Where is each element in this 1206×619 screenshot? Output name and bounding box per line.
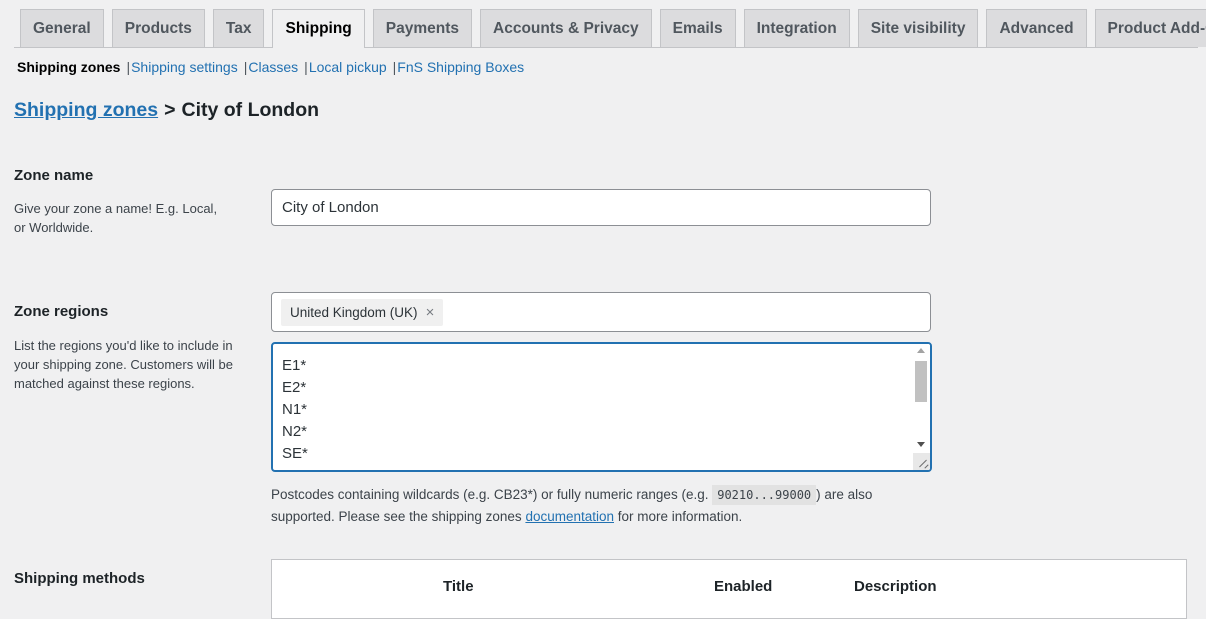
column-header-description: Description: [854, 578, 937, 595]
tab-integration[interactable]: Integration: [743, 9, 850, 47]
column-header-title: Title: [443, 578, 474, 595]
shipping-methods-label: Shipping methods: [14, 570, 145, 587]
breadcrumb: Shipping zones > City of London: [14, 99, 319, 122]
tab-accounts-privacy[interactable]: Accounts & Privacy: [480, 9, 652, 47]
region-chip-label: United Kingdom (UK): [290, 305, 418, 320]
subnav-shipping-settings[interactable]: Shipping settings: [131, 59, 238, 75]
resize-handle-icon[interactable]: [913, 453, 930, 470]
numeric-range-example: 90210...99000: [712, 485, 817, 505]
scroll-thumb[interactable]: [915, 361, 927, 402]
subnav-local-pickup[interactable]: Local pickup: [309, 59, 387, 75]
textarea-scrollbar[interactable]: [913, 344, 930, 470]
postcode-line: N2*: [282, 423, 308, 440]
zone-regions-select[interactable]: United Kingdom (UK) ×: [271, 292, 931, 332]
subnav-separator: |: [126, 59, 131, 75]
tab-shipping[interactable]: Shipping: [272, 9, 365, 48]
zone-name-description: Give your zone a name! E.g. Local, or Wo…: [14, 201, 218, 235]
tab-tax[interactable]: Tax: [212, 9, 265, 47]
column-header-enabled: Enabled: [714, 578, 773, 595]
postcode-line: E1*: [282, 357, 307, 374]
postcode-line: N1*: [282, 401, 308, 418]
scroll-up-arrow-icon[interactable]: [917, 348, 925, 353]
zone-name-input[interactable]: [271, 189, 931, 226]
postcode-line: E2*: [282, 379, 307, 396]
region-chip: United Kingdom (UK) ×: [281, 299, 444, 326]
breadcrumb-current: City of London: [181, 99, 320, 121]
tab-advanced[interactable]: Advanced: [986, 9, 1087, 47]
shipping-subnav: Shipping zones | Shipping settings | Cla…: [17, 59, 524, 75]
postcodes-list: E1* E2* N1* N2* SE* SW*: [282, 355, 312, 470]
documentation-link[interactable]: documentation: [525, 509, 614, 524]
shipping-methods-table: Title Enabled Description: [271, 559, 1187, 619]
scroll-down-arrow-icon[interactable]: [917, 442, 925, 447]
tab-emails[interactable]: Emails: [659, 9, 736, 47]
tab-products[interactable]: Products: [111, 9, 205, 47]
tab-product-add-ons[interactable]: Product Add-Ons: [1094, 9, 1206, 47]
subnav-separator: |: [304, 59, 308, 75]
postcodes-textarea[interactable]: E1* E2* N1* N2* SE* SW*: [271, 342, 932, 472]
zone-regions-label: Zone regions: [14, 303, 109, 320]
zone-regions-description: List the regions you'd like to include i…: [14, 338, 233, 391]
subnav-shipping-zones[interactable]: Shipping zones: [17, 59, 120, 75]
postcode-line: SE*: [282, 445, 308, 462]
tab-general[interactable]: General: [20, 9, 104, 47]
help-text-part: Postcodes containing wildcards (e.g. CB2…: [271, 487, 713, 502]
subnav-separator: |: [243, 59, 248, 75]
settings-tabs: General Products Tax Shipping Payments A…: [14, 9, 1206, 48]
postcode-line: SW*: [282, 465, 312, 470]
breadcrumb-separator: >: [164, 99, 176, 121]
tab-site-visibility[interactable]: Site visibility: [857, 9, 979, 47]
subnav-fns-shipping-boxes[interactable]: FnS Shipping Boxes: [397, 59, 524, 75]
postcode-help-text: Postcodes containing wildcards (e.g. CB2…: [271, 484, 931, 528]
help-text-part: for more information.: [614, 509, 743, 524]
breadcrumb-shipping-zones-link[interactable]: Shipping zones: [14, 99, 158, 121]
tab-payments[interactable]: Payments: [372, 9, 473, 47]
zone-name-label: Zone name: [14, 167, 94, 184]
remove-chip-icon[interactable]: ×: [426, 304, 435, 321]
subnav-classes[interactable]: Classes: [248, 59, 298, 75]
subnav-separator: |: [392, 59, 397, 75]
